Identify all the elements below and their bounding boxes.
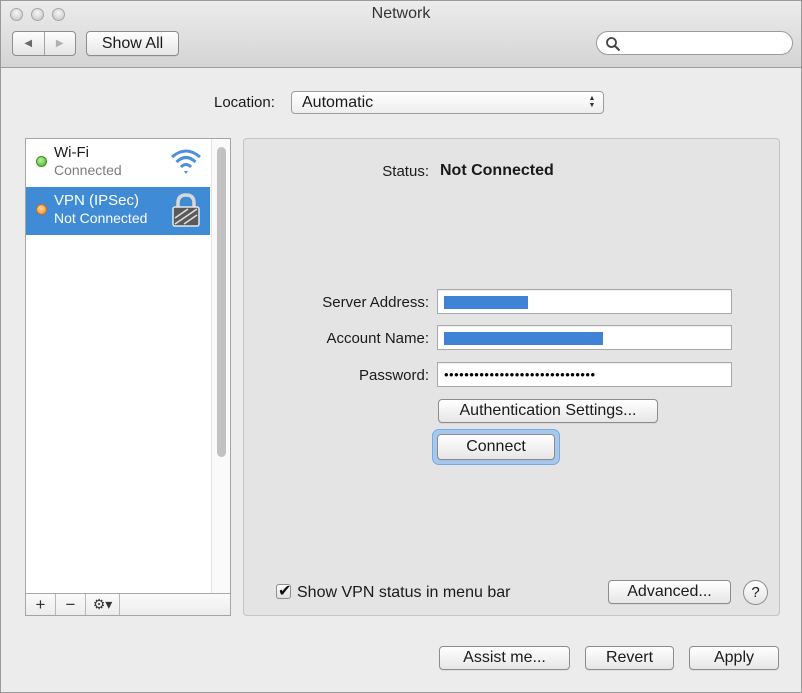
remove-service-button[interactable]: − [56, 594, 86, 615]
popup-arrows-icon: ▲ ▼ [588, 95, 596, 109]
redacted-server-address [444, 296, 528, 309]
revert-button[interactable]: Revert [585, 646, 674, 670]
password-label: Password: [358, 367, 429, 384]
back-forward-group: ◀ ▶ [12, 31, 76, 56]
location-label: Location: [214, 94, 275, 111]
location-selected-value: Automatic [302, 94, 374, 111]
service-item-wifi[interactable]: Wi-Fi Connected [26, 139, 210, 187]
service-list-toolbar: + − ⚙▾ [26, 593, 230, 615]
server-address-label: Server Address: [322, 294, 429, 311]
status-dot-green-icon [36, 156, 47, 167]
connect-button[interactable]: Connect [437, 434, 555, 460]
lock-icon [172, 193, 200, 227]
password-field[interactable]: •••••••••••••••••••••••••••••• [437, 362, 732, 387]
location-popup[interactable]: Automatic ▲ ▼ [291, 91, 604, 114]
forward-button[interactable]: ▶ [43, 32, 76, 55]
back-button[interactable]: ◀ [13, 32, 44, 55]
service-status: Connected [54, 162, 122, 178]
wifi-icon [171, 149, 201, 174]
account-name-field[interactable] [437, 325, 732, 350]
service-list: Wi-Fi Connected VPN (IPSec) Not Connecte… [25, 138, 231, 616]
redacted-account-name [444, 332, 603, 345]
service-name: Wi-Fi [54, 144, 89, 161]
server-address-field[interactable] [437, 289, 732, 314]
service-list-scrollbar[interactable] [211, 139, 230, 594]
service-name: VPN (IPSec) [54, 192, 140, 209]
status-label: Status: [382, 163, 429, 180]
network-preferences-window: Network ◀ ▶ Show All Location: Automatic… [0, 0, 802, 693]
account-name-label: Account Name: [326, 330, 429, 347]
forward-arrow-icon: ▶ [55, 38, 64, 49]
authentication-settings-button[interactable]: Authentication Settings... [438, 399, 658, 423]
show-vpn-status-label[interactable]: Show VPN status in menu bar [297, 584, 510, 602]
service-item-vpn[interactable]: VPN (IPSec) Not Connected [26, 187, 210, 235]
add-service-button[interactable]: + [26, 594, 56, 615]
title-bar: Network ◀ ▶ Show All [1, 1, 801, 68]
help-button[interactable]: ? [743, 580, 768, 605]
status-dot-orange-icon [36, 204, 47, 215]
assist-me-button[interactable]: Assist me... [439, 646, 570, 670]
show-all-button[interactable]: Show All [86, 31, 179, 56]
service-status: Not Connected [54, 210, 148, 226]
back-arrow-icon: ◀ [24, 38, 33, 49]
gear-icon[interactable]: ⚙▾ [86, 594, 120, 615]
password-dots: •••••••••••••••••••••••••••••• [444, 367, 596, 382]
search-icon [606, 37, 621, 52]
window-title: Network [371, 5, 431, 22]
apply-button[interactable]: Apply [689, 646, 779, 670]
show-vpn-status-checkbox[interactable]: ✔ [276, 583, 292, 600]
status-value: Not Connected [440, 162, 554, 179]
checkmark-icon: ✔ [278, 583, 292, 600]
scrollbar-thumb[interactable] [217, 147, 226, 457]
advanced-button[interactable]: Advanced... [608, 580, 731, 604]
search-field[interactable] [596, 31, 793, 55]
